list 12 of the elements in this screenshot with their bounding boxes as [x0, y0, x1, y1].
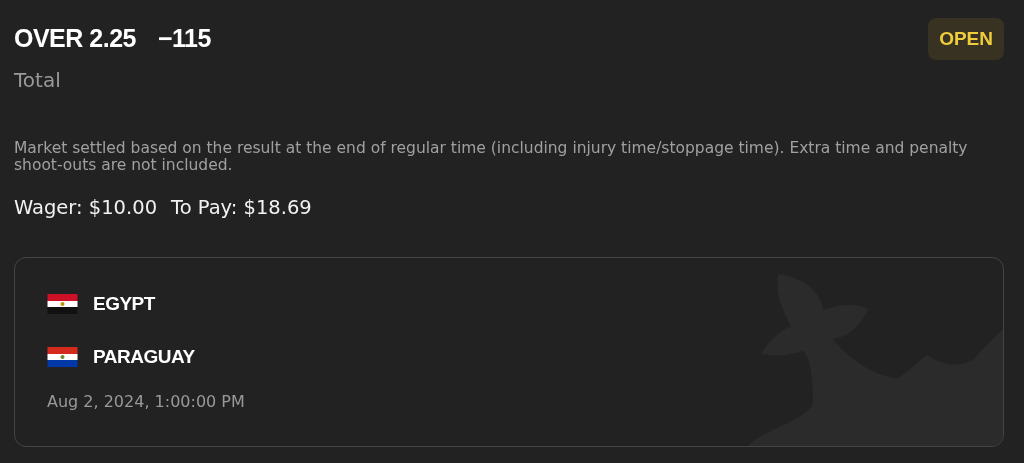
event-date: Aug 2, 2024, 1:00:00 PM [47, 392, 246, 411]
payout-amount: To Pay: $18.69 [171, 196, 312, 219]
flag-icon [47, 294, 78, 314]
market-type: Total [14, 68, 62, 92]
bet-selection: OVER 2.25 [14, 24, 136, 53]
bet-odds: −115 [157, 24, 211, 53]
flag-icon [47, 347, 78, 367]
wager-amount: Wager: $10.00 [14, 196, 158, 219]
team-name: EGYPT [93, 293, 155, 315]
status-badge: OPEN [928, 18, 1004, 60]
team-name: PARAGUAY [93, 346, 195, 368]
market-rules: Market settled based on the result at the end of regular time (including injury time/stoppage time). Extra time and penalty shoot-outs are not included. [14, 140, 969, 174]
